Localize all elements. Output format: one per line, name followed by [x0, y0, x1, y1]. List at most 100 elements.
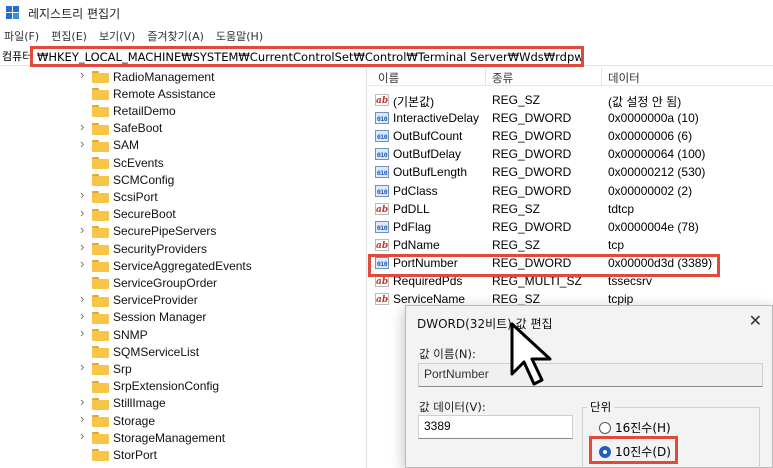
tree-item-label: SafeBoot: [113, 121, 163, 136]
value-row[interactable]: 010 OutBufLength REG_DWORD 0x00000212 (530): [368, 163, 773, 181]
tree-item[interactable]: › StorageManagement: [0, 428, 364, 446]
close-icon[interactable]: ✕: [749, 311, 762, 331]
chevron-right-icon[interactable]: ›: [80, 205, 90, 220]
tree-item[interactable]: › SecurityProviders: [0, 239, 364, 257]
tree-item[interactable]: StorPort: [0, 446, 364, 463]
tree-item-label: StorPort: [113, 447, 158, 462]
binary-value-icon: 010: [375, 220, 389, 233]
value-row[interactable]: ab PdDLL REG_SZ tdtcp: [368, 200, 773, 218]
tree-item-label: SecurityProviders: [113, 241, 208, 256]
tree-item[interactable]: › ServiceProvider: [0, 291, 364, 309]
tree-item-label: SQMServiceList: [113, 344, 200, 359]
menu-edit[interactable]: 편집(E): [51, 28, 87, 44]
tree-item-label: SrpExtensionConfig: [113, 379, 220, 394]
address-bar: 컴퓨터 ₩HKEY_LOCAL_MACHINE₩SYSTEM₩CurrentCo…: [0, 46, 773, 67]
value-name: OutBufLength: [393, 165, 468, 180]
chevron-right-icon[interactable]: ›: [80, 359, 90, 374]
value-row[interactable]: 010 OutBufCount REG_DWORD 0x00000006 (6): [368, 127, 773, 145]
value-data-input[interactable]: 3389: [418, 415, 573, 439]
hex-radio[interactable]: 16진수(H): [599, 419, 671, 436]
value-data: 0x0000000a (10): [608, 111, 699, 126]
tree-item[interactable]: › SecurePipeServers: [0, 222, 364, 240]
chevron-right-icon[interactable]: ›: [80, 136, 90, 151]
value-name: PdFlag: [393, 219, 432, 234]
chevron-right-icon[interactable]: ›: [80, 187, 90, 202]
chevron-right-icon[interactable]: ›: [80, 239, 90, 254]
tree-item[interactable]: RetailDemo: [0, 102, 364, 119]
chevron-right-icon[interactable]: ›: [80, 428, 90, 443]
chevron-right-icon[interactable]: ›: [80, 308, 90, 323]
tree-item[interactable]: › ServiceAggregatedEvents: [0, 256, 364, 274]
chevron-right-icon[interactable]: ›: [80, 256, 90, 271]
menu-favorites[interactable]: 즐겨찾기(A): [147, 28, 204, 44]
tree-item[interactable]: › Storage: [0, 411, 364, 429]
chevron-right-icon[interactable]: ›: [80, 68, 90, 82]
folder-icon: [92, 294, 109, 307]
value-type: REG_DWORD: [492, 147, 572, 162]
tree-item-label: Storage: [113, 413, 156, 428]
value-type: REG_DWORD: [492, 219, 572, 234]
tree-item[interactable]: Remote Assistance: [0, 85, 364, 102]
column-header-name[interactable]: 이름: [378, 70, 399, 86]
value-data: 0x00000002 (2): [608, 183, 693, 198]
menu-file[interactable]: 파일(F): [4, 28, 39, 44]
folder-icon: [92, 139, 109, 152]
value-row[interactable]: ab (기본값) REG_SZ (값 설정 안 됨): [368, 91, 773, 109]
value-data: 0x00000064 (100): [608, 147, 706, 162]
value-type: REG_SZ: [492, 292, 541, 307]
folder-icon: [92, 397, 109, 410]
tree-item[interactable]: › SafeBoot: [0, 119, 364, 137]
chevron-right-icon[interactable]: ›: [80, 222, 90, 237]
value-row[interactable]: 010 PdFlag REG_DWORD 0x0000004e (78): [368, 218, 773, 236]
tree-item[interactable]: › ScsiPort: [0, 187, 364, 205]
tree-item[interactable]: SCMConfig: [0, 171, 364, 188]
tree-item[interactable]: › SecureBoot: [0, 205, 364, 223]
value-row[interactable]: ab PdName REG_SZ tcp: [368, 236, 773, 254]
folder-icon: [92, 363, 109, 376]
chevron-right-icon[interactable]: ›: [80, 291, 90, 306]
value-data: 0x00000006 (6): [608, 129, 693, 144]
tree-item[interactable]: › StillImage: [0, 394, 364, 412]
hex-radio-dot[interactable]: [599, 421, 611, 434]
string-value-icon: ab: [375, 293, 389, 306]
value-row[interactable]: 010 OutBufDelay REG_DWORD 0x00000064 (100): [368, 145, 773, 163]
value-type: REG_SZ: [492, 237, 541, 252]
tree-item-label: Remote Assistance: [113, 86, 216, 101]
tree-item[interactable]: › Srp: [0, 359, 364, 377]
chevron-right-icon[interactable]: ›: [80, 394, 90, 409]
folder-icon: [92, 88, 109, 101]
column-header-data[interactable]: 데이터: [608, 70, 640, 86]
tree-item[interactable]: › Session Manager: [0, 308, 364, 326]
column-separator[interactable]: [485, 68, 486, 86]
tree-item-label: ScEvents: [113, 155, 164, 170]
menu-help[interactable]: 도움말(H): [216, 28, 263, 44]
tree-item[interactable]: ScEvents: [0, 154, 364, 171]
menu-view[interactable]: 보기(V): [99, 28, 135, 44]
value-row[interactable]: 010 PdClass REG_DWORD 0x00000002 (2): [368, 182, 773, 200]
tree-item-label: StillImage: [113, 396, 166, 411]
tree-item[interactable]: › SNMP: [0, 325, 364, 343]
chevron-right-icon[interactable]: ›: [80, 325, 90, 340]
tree-item[interactable]: ServiceGroupOrder: [0, 274, 364, 291]
address-path-input[interactable]: ₩HKEY_LOCAL_MACHINE₩SYSTEM₩CurrentContro…: [30, 46, 584, 67]
tree-item-label: ServiceProvider: [113, 293, 198, 308]
column-separator[interactable]: [601, 68, 602, 86]
folder-icon: [92, 191, 109, 204]
tree-item[interactable]: › SAM: [0, 136, 364, 154]
tree-item-label: SecurePipeServers: [113, 224, 217, 239]
value-type: REG_DWORD: [492, 111, 572, 126]
menu-bar: 파일(F) 편집(E) 보기(V) 즐겨찾기(A) 도움말(H): [0, 26, 773, 46]
chevron-right-icon[interactable]: ›: [80, 411, 90, 426]
pane-splitter[interactable]: [366, 68, 367, 468]
folder-icon: [92, 346, 109, 359]
tree-item[interactable]: SQMServiceList: [0, 343, 364, 360]
value-data-label: 값 데이터(V):: [419, 400, 486, 414]
tree-item[interactable]: SrpExtensionConfig: [0, 378, 364, 395]
value-row[interactable]: 010 InteractiveDelay REG_DWORD 0x0000000a (…: [368, 109, 773, 127]
value-data: tcp: [608, 237, 625, 252]
chevron-right-icon[interactable]: ›: [80, 119, 90, 134]
value-name: OutBufCount: [393, 129, 463, 144]
folder-icon: [92, 105, 109, 118]
column-header-type[interactable]: 종류: [492, 70, 513, 86]
tree-item[interactable]: › RadioManagement: [0, 68, 364, 85]
